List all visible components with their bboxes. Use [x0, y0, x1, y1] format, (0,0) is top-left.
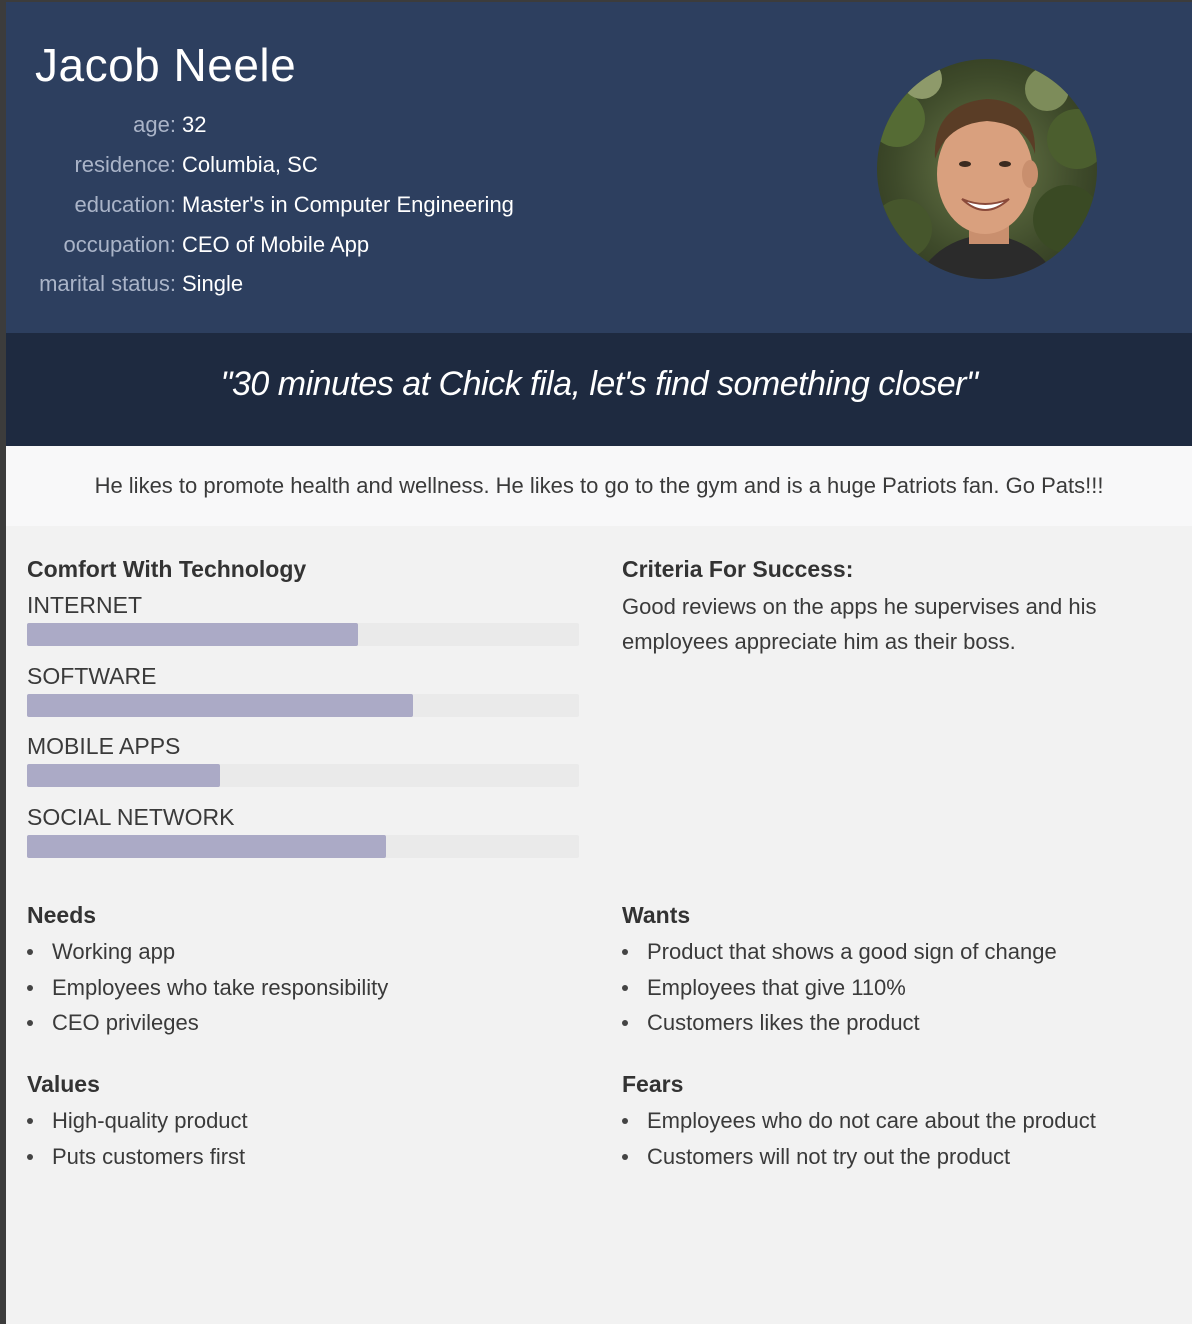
needs-item-text: CEO privileges [52, 1010, 199, 1035]
fears-item-text: Customers will not try out the product [647, 1143, 1011, 1169]
bar-track-social-network [27, 835, 579, 858]
needs-item: Employees who take responsibility [27, 970, 388, 1006]
wants-list: Product that shows a good sign of change… [622, 934, 1057, 1041]
bar-fill-internet [27, 623, 359, 646]
attribute-row-marital-status: marital status: Single [6, 264, 706, 304]
fears-list: Employees who do not care about the prod… [622, 1103, 1096, 1174]
bullet-icon [27, 949, 33, 955]
bar-fill-mobile-apps [27, 764, 221, 787]
bullet-icon [27, 1118, 33, 1124]
bullet-icon [622, 949, 628, 955]
needs-item: CEO privileges [27, 1005, 388, 1041]
persona-bio: He likes to promote health and wellness.… [94, 473, 1104, 498]
attribute-label: age: [133, 112, 176, 137]
bar-fill-software [27, 694, 414, 717]
attribute-label: residence: [74, 152, 176, 177]
bar-label-mobile-apps: MOBILE APPS [27, 733, 181, 759]
quote-bar: "30 minutes at Chick fila, let's find so… [6, 333, 1192, 446]
bullet-icon [622, 1118, 628, 1124]
bar-fill-social-network [27, 835, 386, 858]
fears-title: Fears [622, 1071, 684, 1097]
attribute-label: occupation: [63, 232, 176, 257]
attribute-row-education: education: Master's in Computer Engineer… [6, 185, 706, 225]
wants-item-text: Employees that give 110% [647, 974, 906, 1000]
comfort-title: Comfort With Technology [27, 556, 307, 582]
bullet-icon [27, 984, 33, 991]
attribute-row-residence: residence: Columbia, SC [6, 145, 706, 185]
attribute-value: 32 [182, 112, 207, 137]
needs-list: Working app Employees who take responsib… [27, 934, 388, 1041]
persona-quote: "30 minutes at Chick fila, let's find so… [220, 365, 978, 403]
attribute-value: Columbia, SC [182, 152, 318, 177]
wants-item: Product that shows a good sign of change [622, 934, 1057, 970]
wants-title: Wants [622, 902, 691, 928]
bullet-icon [622, 1020, 628, 1026]
attribute-value: CEO of Mobile App [182, 232, 370, 257]
needs-item: Working app [27, 934, 388, 970]
values-item: Puts customers first [27, 1139, 248, 1175]
criteria-title: Criteria For Success: [622, 556, 854, 582]
bullet-icon [27, 1153, 33, 1160]
bullet-icon [622, 984, 628, 991]
wants-item-text: Customers likes the product [647, 1010, 920, 1035]
bar-track-internet [27, 623, 579, 646]
attribute-label: marital status: [39, 271, 176, 296]
avatar-photo [877, 59, 1097, 279]
avatar [877, 59, 1097, 279]
fears-item: Employees who do not care about the prod… [622, 1103, 1096, 1139]
bar-label-social-network: SOCIAL NETWORK [27, 804, 235, 830]
bio-bar: He likes to promote health and wellness.… [6, 446, 1192, 526]
attribute-row-occupation: occupation: CEO of Mobile App [6, 225, 706, 265]
attribute-value: Single [182, 271, 244, 296]
bullet-icon [622, 1153, 628, 1160]
persona-name: Jacob Neele [35, 39, 297, 91]
needs-item-text: Employees who take responsibility [52, 974, 389, 1000]
bar-track-software [27, 694, 579, 717]
bar-label-software: SOFTWARE [27, 663, 157, 689]
bar-label-internet: INTERNET [27, 592, 142, 618]
bullet-icon [27, 1020, 33, 1026]
persona-page: Jacob Neele age: 32 residence: Columbia,… [6, 2, 1192, 1324]
bar-track-mobile-apps [27, 764, 579, 787]
needs-item-text: Working app [52, 939, 176, 964]
wants-item-text: Product that shows a good sign of change [647, 939, 1057, 964]
wants-item: Employees that give 110% [622, 970, 1057, 1006]
needs-title: Needs [27, 902, 97, 928]
wants-item: Customers likes the product [622, 1005, 1057, 1041]
values-item-text: Puts customers first [52, 1143, 246, 1169]
criteria-text: Good reviews on the apps he supervises a… [622, 594, 1097, 654]
fears-item: Customers will not try out the product [622, 1139, 1096, 1175]
attribute-row-age: age: 32 [6, 105, 706, 145]
values-list: High-quality product Puts customers firs… [27, 1103, 248, 1174]
persona-header: Jacob Neele age: 32 residence: Columbia,… [6, 2, 1192, 333]
values-title: Values [27, 1071, 100, 1097]
attribute-label: education: [74, 192, 176, 217]
attribute-value: Master's in Computer Engineering [182, 192, 514, 217]
values-item-text: High-quality product [52, 1108, 248, 1133]
values-item: High-quality product [27, 1103, 248, 1139]
fears-item-text: Employees who do not care about the prod… [647, 1108, 1096, 1133]
